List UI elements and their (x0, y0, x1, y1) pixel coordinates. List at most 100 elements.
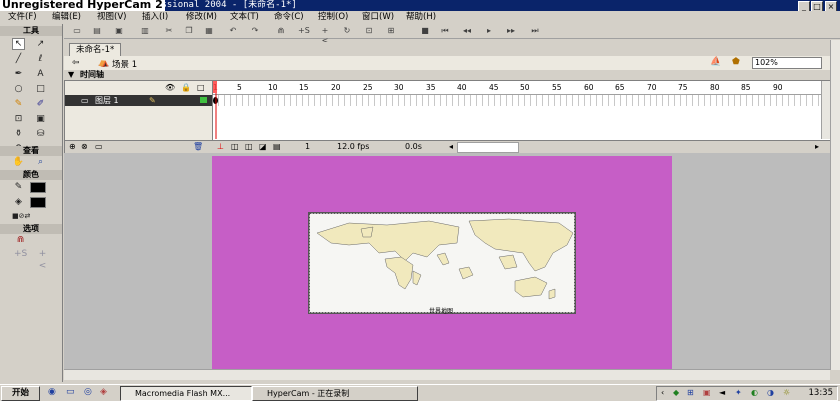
add-folder-icon[interactable]: ▭ (95, 142, 103, 152)
cut-icon[interactable]: ✂ (164, 26, 174, 36)
layer-frames[interactable] (213, 95, 821, 106)
zoom-tool-icon[interactable]: ⌕ (34, 156, 47, 168)
free-transform-tool-icon[interactable]: ⊡ (12, 113, 25, 125)
app-quicklaunch-icon[interactable]: ◈ (100, 387, 107, 397)
taskbar-flash-button[interactable]: Macromedia Flash MX... (120, 386, 252, 401)
outline-icon[interactable]: □ (197, 83, 205, 92)
paste-icon[interactable]: ▦ (204, 26, 214, 36)
redo-icon[interactable]: ↷ (250, 26, 260, 36)
copy-icon[interactable]: ❐ (184, 26, 194, 36)
stage-vertical-scrollbar[interactable] (830, 40, 840, 370)
delete-layer-icon[interactable]: 🗑 (193, 142, 203, 152)
frame-ruler[interactable]: 1 5 10 15 20 25 30 35 40 45 50 55 60 65 … (213, 81, 821, 95)
brush-tool-icon[interactable]: ✐ (34, 98, 47, 110)
tray-ime-icon[interactable]: ✦ (735, 388, 742, 397)
straighten-icon[interactable]: +< (320, 26, 330, 45)
step-forward-icon[interactable]: ▸▸ (506, 26, 516, 36)
back-arrow-icon[interactable]: ⇦ (72, 58, 80, 68)
oval-tool-icon[interactable]: ○ (12, 83, 25, 95)
text-tool-icon[interactable]: A (34, 68, 47, 80)
rotate-icon[interactable]: ↻ (342, 26, 352, 36)
fill-transform-tool-icon[interactable]: ▣ (34, 113, 47, 125)
zoom-select[interactable]: 102% (752, 57, 822, 69)
stroke-color-swatch[interactable] (30, 182, 46, 193)
edit-multiple-icon[interactable]: ◪ (259, 142, 267, 152)
snap-to-objects-icon[interactable]: ⋒ (14, 234, 27, 246)
tray-monitor-icon[interactable]: ▣ (703, 388, 711, 397)
timeline-hscroll-thumb[interactable] (457, 142, 519, 153)
rectangle-tool-icon[interactable]: □ (34, 83, 47, 95)
onion-skin-icon[interactable]: ◫ (231, 142, 239, 152)
lock-icon[interactable]: 🔒 (181, 83, 191, 92)
play-icon[interactable]: ▸ (484, 26, 494, 36)
menu-view[interactable]: 视图(V) (97, 12, 126, 23)
lasso-tool-icon[interactable]: ℓ (34, 53, 47, 65)
undo-icon[interactable]: ↶ (228, 26, 238, 36)
menu-window[interactable]: 窗口(W) (362, 12, 394, 23)
edit-symbol-icon[interactable]: ⬟ (732, 57, 740, 67)
media-quicklaunch-icon[interactable]: ◎ (84, 387, 92, 397)
snap-magnet-icon[interactable]: ⋒ (276, 26, 286, 36)
ink-bottle-tool-icon[interactable]: ⚱ (12, 128, 25, 140)
timeline-hscroll-right[interactable]: ▸ (815, 142, 819, 152)
world-map-image[interactable] (308, 212, 576, 314)
rewind-icon[interactable]: ⏮ (440, 26, 450, 36)
scale-icon[interactable]: ⊡ (364, 26, 374, 36)
tray-volume-icon[interactable]: ◄ (719, 388, 725, 397)
go-to-end-icon[interactable]: ⏭ (530, 26, 540, 36)
pencil-tool-icon[interactable]: ✎ (12, 98, 25, 110)
menu-commands[interactable]: 命令(C) (274, 12, 304, 23)
fill-color-swatch[interactable] (30, 197, 46, 208)
onion-outline-icon[interactable]: ◫ (245, 142, 253, 152)
center-frame-icon[interactable]: ⊥ (217, 142, 224, 152)
open-file-icon[interactable]: ▤ (92, 26, 102, 36)
timeline-hscroll-left[interactable]: ◂ (449, 142, 453, 152)
menu-file[interactable]: 文件(F) (8, 12, 37, 23)
desktop-quicklaunch-icon[interactable]: ▭ (66, 387, 75, 397)
tray-arrow-icon[interactable]: ‹ (661, 388, 664, 397)
ie-quicklaunch-icon[interactable]: ◉ (48, 387, 56, 397)
start-button[interactable]: 开始 (1, 386, 40, 401)
tray-network-icon[interactable]: ⊞ (687, 388, 694, 397)
straighten-option-icon[interactable]: +< (36, 248, 49, 271)
add-layer-icon[interactable]: ⊕ (69, 142, 76, 152)
default-colors-icon[interactable]: ■⊘⇄ (12, 210, 30, 222)
menu-edit[interactable]: 编辑(E) (52, 12, 81, 23)
new-file-icon[interactable]: ▭ (72, 26, 82, 36)
arrow-tool-icon[interactable]: ↖ (12, 38, 25, 50)
onion-markers-icon[interactable]: ▤ (273, 142, 281, 152)
taskbar-hypercam-button[interactable]: HyperCam - 正在录制 (252, 386, 418, 401)
menu-help[interactable]: 帮助(H) (406, 12, 436, 23)
frame-area[interactable]: 1 5 10 15 20 25 30 35 40 45 50 55 60 65 … (213, 81, 821, 139)
stage-horizontal-scrollbar[interactable] (64, 369, 830, 380)
document-tab[interactable]: 未命名-1* (69, 43, 122, 56)
pen-tool-icon[interactable]: ✒ (12, 68, 25, 80)
subselect-tool-icon[interactable]: ↗ (34, 38, 47, 50)
menu-modify[interactable]: 修改(M) (186, 12, 217, 23)
tray-app-icon[interactable]: ◆ (673, 388, 679, 397)
edit-scene-icon[interactable]: ⛵ (710, 57, 721, 67)
paint-bucket-tool-icon[interactable]: ⛁ (34, 128, 47, 140)
tray-extra-icon[interactable]: ☼ (783, 388, 790, 397)
timeline-header[interactable]: ▼ 时间轴 (64, 70, 834, 80)
eye-icon[interactable]: 👁 (165, 83, 175, 92)
menu-text[interactable]: 文本(T) (230, 12, 259, 23)
playhead[interactable] (213, 81, 217, 139)
tray-security-icon[interactable]: ◐ (751, 388, 758, 397)
hand-tool-icon[interactable]: ✋ (12, 156, 25, 168)
menu-insert[interactable]: 插入(I) (142, 12, 168, 23)
save-icon[interactable]: ▣ (114, 26, 124, 36)
layer-row[interactable]: ▭ 图层 1 ✎ (65, 95, 212, 106)
add-guide-icon[interactable]: ⊗ (81, 142, 88, 152)
menu-control[interactable]: 控制(O) (318, 12, 348, 23)
smooth-icon[interactable]: +S (298, 26, 310, 36)
align-icon[interactable]: ⊞ (386, 26, 396, 36)
stroke-color-icon: ✎ (14, 182, 23, 192)
smooth-option-icon[interactable]: +S (14, 248, 27, 260)
layer-color-icon[interactable] (200, 97, 207, 103)
step-back-icon[interactable]: ◂◂ (462, 26, 472, 36)
tray-misc-icon[interactable]: ◑ (767, 388, 774, 397)
line-tool-icon[interactable]: ╱ (12, 53, 25, 65)
stop-icon[interactable]: ■ (420, 26, 430, 36)
print-icon[interactable]: ▥ (140, 26, 150, 36)
